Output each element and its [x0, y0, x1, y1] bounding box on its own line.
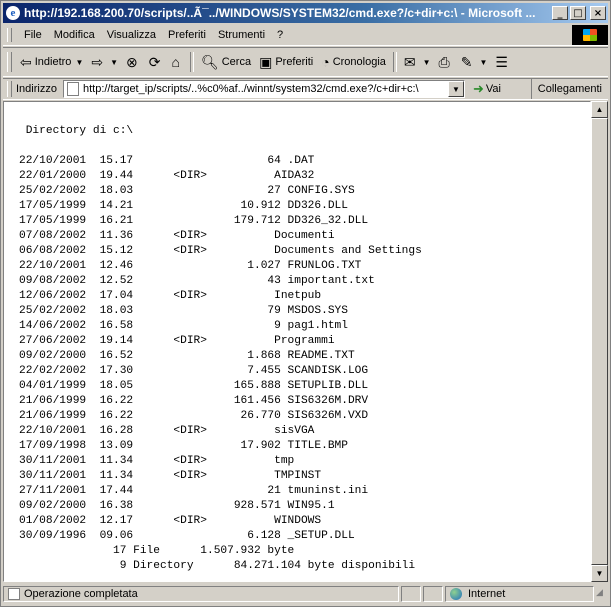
- page-done-icon: [8, 588, 20, 600]
- mail-icon: ✉: [403, 54, 416, 70]
- directory-listing: Directory di c:\ 22/10/2001 15.17 64 .DA…: [19, 125, 422, 572]
- address-label: Indirizzo: [16, 83, 57, 95]
- menu-bar: File Modifica Visualizza Preferiti Strum…: [3, 25, 608, 46]
- browser-window: e http://192.168.200.70/scripts/..Ã¯../W…: [0, 0, 611, 607]
- close-button[interactable]: ×: [590, 6, 606, 20]
- maximize-button[interactable]: □: [570, 6, 586, 20]
- status-text: Operazione completata: [24, 588, 138, 600]
- forward-button[interactable]: ⇨ ▼: [87, 51, 122, 73]
- title-bar[interactable]: e http://192.168.200.70/scripts/..Ã¯../W…: [3, 3, 608, 23]
- internet-explorer-icon: e: [6, 6, 20, 20]
- search-icon: 🔍︎: [200, 54, 219, 70]
- menu-modifica[interactable]: Modifica: [48, 29, 101, 41]
- address-field[interactable]: ▼: [62, 80, 465, 98]
- links-label: Collegamenti: [537, 83, 602, 95]
- menu-help[interactable]: ?: [271, 29, 289, 41]
- discuss-button[interactable]: ☰: [491, 51, 515, 73]
- print-button[interactable]: ⎙: [435, 51, 457, 73]
- history-icon: ◔: [321, 54, 330, 70]
- back-button-label: Indietro: [34, 56, 72, 68]
- forward-dropdown-icon[interactable]: ▼: [110, 58, 118, 67]
- address-bar: Indirizzo ▼ ➜ Vai Collegamenti: [3, 78, 608, 100]
- status-bar: Operazione completata Internet ◢: [3, 584, 608, 604]
- back-dropdown-icon[interactable]: ▼: [75, 58, 83, 67]
- home-button[interactable]: ⌂: [167, 51, 186, 73]
- page-icon: [66, 82, 79, 96]
- mail-button[interactable]: ✉ ▼: [400, 51, 435, 73]
- vertical-scrollbar[interactable]: ▲ ▼: [591, 101, 608, 582]
- edit-button[interactable]: ✎ ▼: [457, 51, 492, 73]
- links-button[interactable]: Collegamenti: [530, 79, 602, 99]
- menu-strumenti[interactable]: Strumenti: [212, 29, 271, 41]
- history-button-label: Cronologia: [332, 56, 386, 68]
- address-dropdown-button[interactable]: ▼: [447, 81, 464, 97]
- print-icon: ⎙: [438, 54, 450, 70]
- menu-preferiti[interactable]: Preferiti: [162, 29, 212, 41]
- menu-visualizza[interactable]: Visualizza: [101, 29, 162, 41]
- forward-arrow-icon: ⇨: [91, 54, 104, 70]
- page-content[interactable]: Directory di c:\ 22/10/2001 15.17 64 .DA…: [3, 101, 591, 582]
- window-title: http://192.168.200.70/scripts/..Ã¯../WIN…: [24, 6, 536, 20]
- stop-button[interactable]: ⊗: [122, 51, 145, 73]
- mail-dropdown-icon[interactable]: ▼: [423, 58, 431, 67]
- home-icon: ⌂: [171, 54, 180, 70]
- history-button[interactable]: ◔ Cronologia: [317, 51, 390, 73]
- back-arrow-icon: ⇦: [20, 54, 32, 70]
- status-panel: Operazione completata: [3, 586, 399, 602]
- back-button[interactable]: ⇦ Indietro ▼: [16, 51, 87, 73]
- edit-icon: ✎: [460, 54, 473, 70]
- windows-logo-icon: [572, 25, 608, 45]
- toolbar-separator: [392, 52, 397, 72]
- menu-file[interactable]: File: [18, 29, 48, 41]
- refresh-button[interactable]: ⟳: [145, 51, 168, 73]
- favorites-button-label: Preferiti: [275, 56, 314, 68]
- search-button-label: Cerca: [221, 56, 252, 68]
- edit-dropdown-icon[interactable]: ▼: [479, 58, 487, 67]
- toolbar-separator: [189, 52, 194, 72]
- zone-label: Internet: [468, 588, 506, 600]
- addressbar-grip[interactable]: [7, 81, 12, 97]
- resize-grip-icon[interactable]: ◢: [596, 587, 608, 601]
- scroll-thumb[interactable]: [591, 118, 608, 565]
- toolbar-grip[interactable]: [7, 52, 12, 72]
- search-button[interactable]: 🔍︎ Cerca: [197, 51, 255, 73]
- go-arrow-icon: ➜: [472, 81, 484, 96]
- status-empty-panel: [401, 586, 421, 602]
- internet-globe-icon: [450, 588, 462, 600]
- favorites-button[interactable]: ▣ Preferiti: [255, 51, 317, 73]
- status-empty-panel: [423, 586, 443, 602]
- go-button[interactable]: ➜ Vai: [473, 81, 501, 97]
- refresh-icon: ⟳: [148, 54, 161, 70]
- scroll-up-button[interactable]: ▲: [591, 101, 608, 118]
- minimize-button[interactable]: _: [552, 6, 568, 20]
- scroll-down-button[interactable]: ▼: [591, 565, 608, 582]
- address-input[interactable]: [82, 83, 443, 95]
- standard-toolbar: ⇦ Indietro ▼ ⇨ ▼ ⊗ ⟳ ⌂ 🔍︎ Cerca ▣ Prefer…: [3, 47, 608, 77]
- favorites-folder-icon: ▣: [259, 54, 273, 70]
- menubar-grip[interactable]: [7, 28, 12, 42]
- stop-icon: ⊗: [126, 54, 138, 70]
- discuss-icon: ☰: [495, 54, 508, 70]
- security-zone-panel[interactable]: Internet: [445, 586, 594, 602]
- go-button-label: Vai: [485, 83, 501, 95]
